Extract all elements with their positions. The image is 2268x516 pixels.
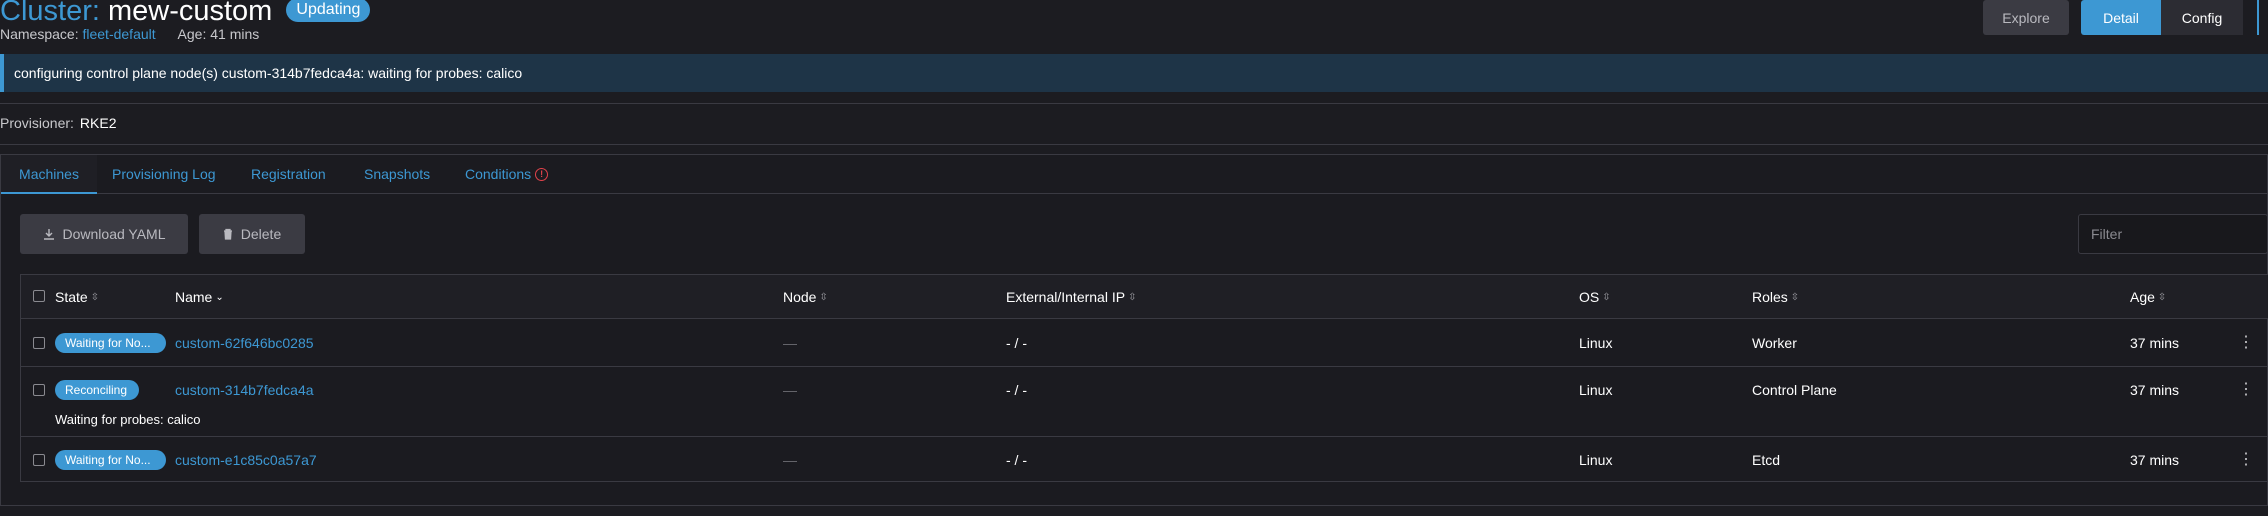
namespace-link[interactable]: fleet-default — [82, 26, 155, 42]
cluster-meta: Namespace: fleet-default Age: 41 mins — [0, 26, 259, 42]
row-actions-icon[interactable]: ⋮ — [2238, 450, 2254, 470]
tab-registration[interactable]: Registration — [251, 155, 326, 194]
download-yaml-button[interactable]: Download YAML — [20, 214, 188, 254]
select-all-checkbox[interactable] — [33, 290, 45, 302]
column-state-label: State — [55, 289, 88, 305]
row-checkbox[interactable] — [33, 384, 45, 396]
tab-conditions[interactable]: Conditions! — [465, 155, 549, 194]
detail-button[interactable]: Detail — [2081, 0, 2161, 35]
state-badge: Waiting for No... — [55, 450, 166, 470]
error-icon: ! — [535, 167, 549, 181]
tab-provisioning-log[interactable]: Provisioning Log — [112, 155, 216, 194]
node-value: — — [783, 452, 797, 468]
roles-value: Control Plane — [1752, 382, 1837, 398]
divider — [0, 103, 2268, 104]
ip-value: - / - — [1006, 452, 1027, 468]
row-checkbox[interactable] — [33, 337, 45, 349]
delete-label: Delete — [240, 226, 282, 242]
tab-machines[interactable]: Machines — [1, 155, 97, 194]
age-value: 37 mins — [2130, 382, 2180, 398]
machine-name-link[interactable]: custom-e1c85c0a57a7 — [175, 450, 317, 470]
column-name[interactable]: Name ⌄ — [175, 275, 224, 319]
node-value: — — [783, 382, 797, 398]
sort-icon: ⇳ — [1602, 292, 1611, 304]
column-node[interactable]: Node ⇳ — [783, 275, 828, 319]
divider — [0, 144, 2268, 145]
state-badge: Waiting for No... — [55, 333, 166, 353]
age-value: 37 mins — [2130, 335, 2180, 351]
trash-icon — [223, 228, 232, 240]
node-value: — — [783, 335, 797, 351]
provisioner-value: RKE2 — [79, 115, 117, 131]
os-value: Linux — [1579, 382, 1613, 398]
state-badge: Reconciling — [55, 380, 139, 400]
config-button[interactable]: Config — [2161, 0, 2243, 35]
roles-value: Etcd — [1752, 452, 1781, 468]
tab-conditions-label: Conditions — [465, 166, 532, 182]
tab-snapshots[interactable]: Snapshots — [364, 155, 430, 194]
provisioner-label: Provisioner: — [0, 115, 74, 131]
age-value: 37 mins — [2130, 452, 2180, 468]
row-divider — [21, 366, 2268, 367]
column-name-label: Name — [175, 289, 213, 305]
column-ip[interactable]: External/Internal IP ⇳ — [1006, 275, 1136, 319]
more-actions-button[interactable] — [2257, 0, 2268, 35]
os-value: Linux — [1579, 335, 1613, 351]
namespace-label: Namespace: — [0, 26, 79, 42]
machine-name-link[interactable]: custom-62f646bc0285 — [175, 333, 314, 353]
column-node-label: Node — [783, 289, 817, 305]
column-roles[interactable]: Roles ⇳ — [1752, 275, 1799, 319]
sort-icon: ⇳ — [1790, 292, 1800, 304]
column-state[interactable]: State ⇳ — [55, 275, 99, 319]
column-os-label: OS — [1579, 289, 1600, 305]
column-roles-label: Roles — [1752, 289, 1788, 305]
column-os[interactable]: OS ⇳ — [1579, 275, 1611, 319]
ip-value: - / - — [1006, 382, 1027, 398]
roles-value: Worker — [1752, 335, 1797, 351]
row-actions-icon[interactable]: ⋮ — [2238, 380, 2254, 400]
download-icon — [43, 229, 54, 240]
explore-button[interactable]: Explore — [1983, 0, 2069, 35]
page-title: Cluster: mew-custom Updating — [0, 0, 371, 28]
machine-name-link[interactable]: custom-314b7fedca4a — [175, 380, 314, 400]
row-checkbox[interactable] — [33, 454, 45, 466]
row-actions-icon[interactable]: ⋮ — [2238, 333, 2254, 353]
sort-icon: ⇳ — [2157, 292, 2167, 304]
cluster-name: mew-custom — [107, 0, 273, 27]
status-badge: Updating — [286, 0, 371, 22]
delete-button[interactable]: Delete — [199, 214, 305, 254]
table-header — [21, 275, 2268, 319]
sort-icon: ⇳ — [90, 292, 100, 304]
cluster-age: Age: 41 mins — [177, 26, 260, 42]
download-yaml-label: Download YAML — [62, 226, 166, 242]
column-age[interactable]: Age ⇳ — [2130, 275, 2166, 319]
provisioner-info: Provisioner: RKE2 — [0, 115, 117, 131]
column-ip-label: External/Internal IP — [1006, 289, 1126, 305]
ip-value: - / - — [1006, 335, 1027, 351]
sort-icon: ⇳ — [1128, 292, 1137, 304]
title-prefix: Cluster: — [0, 0, 100, 27]
tab-bar — [1, 155, 2268, 194]
column-age-label: Age — [2130, 289, 2155, 305]
row-divider — [21, 436, 2268, 437]
sort-icon: ⇳ — [819, 292, 828, 304]
machine-status-message: Waiting for probes: calico — [55, 412, 201, 427]
status-banner: configuring control plane node(s) custom… — [0, 54, 2268, 92]
sort-desc-icon: ⌄ — [215, 292, 224, 304]
os-value: Linux — [1579, 452, 1613, 468]
filter-input[interactable] — [2078, 214, 2268, 254]
